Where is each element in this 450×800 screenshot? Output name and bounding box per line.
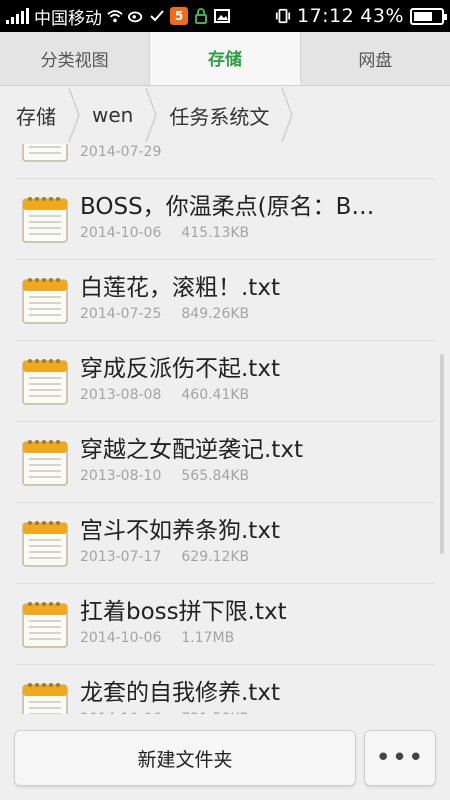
vibrate-icon (275, 8, 291, 24)
more-options-button[interactable]: ••• (364, 730, 436, 786)
file-date: 2014-07-25 (80, 306, 162, 322)
list-item[interactable]: BOSS，你温柔点(原名：B… 2014-10-06 415.13KB (16, 179, 434, 260)
tab-storage[interactable]: 存储 (150, 32, 301, 85)
file-date: 2013-08-10 (80, 468, 162, 484)
file-size: 1.17MB (181, 630, 235, 646)
file-meta: 2014-07-25 849.26KB (80, 306, 249, 322)
file-size: 415.13KB (181, 225, 250, 241)
list-item[interactable]: 穿成反派伤不起.txt 2013-08-08 460.41KB (16, 341, 434, 422)
file-meta: 2013-07-17 629.12KB (80, 549, 249, 565)
file-name: 穿成反派伤不起.txt (80, 356, 280, 382)
list-item[interactable]: 扛着boss拼下限.txt 2014-10-06 1.17MB (16, 584, 434, 665)
file-meta: 2013-08-10 565.84KB (80, 468, 249, 484)
weibo-icon (128, 8, 144, 24)
list-item[interactable]: 龙套的自我修养.txt 2014-10-06721.58KB (16, 665, 434, 714)
battery-icon (410, 7, 447, 25)
list-item[interactable]: 白莲花，滚粗！.txt 2014-07-25 849.26KB (16, 260, 434, 341)
file-date: 2014-10-06 (80, 225, 162, 241)
file-date: 2014-10-06 (80, 630, 162, 646)
file-size: 849.26KB (181, 306, 250, 322)
signal-icon (6, 8, 29, 24)
file-name: 宫斗不如养条狗.txt (80, 518, 280, 544)
list-item[interactable]: 宫斗不如养条狗.txt 2013-07-17 629.12KB (16, 503, 434, 584)
wifi-icon (107, 8, 123, 24)
file-size: 565.84KB (181, 468, 250, 484)
status-bar: 中国移动 5 17:12 43% (0, 0, 450, 32)
text-file-icon (22, 440, 68, 486)
file-meta: 2013-08-08 460.41KB (80, 387, 249, 403)
chevron-right-icon (281, 87, 294, 143)
carrier-name: 中国移动 (34, 8, 102, 29)
breadcrumb-current-folder[interactable]: 任务系统文 (147, 86, 294, 144)
file-name: 穿越之女配逆袭记.txt (80, 437, 303, 463)
file-meta: 2014-07-29 (80, 144, 181, 160)
text-file-icon (22, 278, 68, 324)
battery-percent: 43% (360, 5, 404, 27)
text-file-icon (22, 683, 68, 714)
file-date: 2014-07-29 (80, 144, 162, 160)
file-meta: 2014-10-06 1.17MB (80, 630, 234, 646)
breadcrumb-label: wen (92, 103, 134, 127)
file-name: 龙套的自我修养.txt (80, 680, 280, 706)
text-file-icon (22, 602, 68, 648)
text-file-icon (22, 359, 68, 405)
bottom-toolbar: 新建文件夹 ••• (0, 714, 450, 800)
lock-icon (193, 8, 209, 24)
breadcrumb-wen[interactable]: wen (70, 86, 158, 144)
file-name: BOSS，你温柔点(原名：B… (80, 194, 375, 220)
h5-icon: 5 (170, 7, 188, 25)
file-size: 629.12KB (181, 549, 250, 565)
text-file-icon (22, 144, 68, 162)
breadcrumb-label: 任务系统文 (169, 104, 270, 129)
tab-bar: 分类视图 存储 网盘 (0, 32, 450, 86)
tab-category-view[interactable]: 分类视图 (0, 32, 151, 85)
new-folder-button[interactable]: 新建文件夹 (14, 730, 356, 786)
breadcrumb-storage[interactable]: 存储 (0, 86, 80, 144)
scrollbar[interactable] (440, 354, 444, 554)
text-file-icon (22, 521, 68, 567)
list-item[interactable]: 2014-07-29 (16, 144, 434, 179)
tab-cloud-drive[interactable]: 网盘 (301, 32, 450, 85)
file-name: 白莲花，滚粗！.txt (80, 275, 280, 301)
text-file-icon (22, 197, 68, 243)
check-icon (149, 8, 165, 24)
file-date: 2013-07-17 (80, 549, 162, 565)
breadcrumb-label: 存储 (16, 104, 56, 129)
image-icon (214, 8, 230, 24)
clock: 17:12 (297, 5, 355, 27)
breadcrumb: 存储 wen 任务系统文 (0, 86, 450, 144)
file-date: 2013-08-08 (80, 387, 162, 403)
file-list[interactable]: 2014-07-29 BOSS，你温柔点(原名：B… 2014-10-06 415… (0, 144, 450, 714)
file-name: 扛着boss拼下限.txt (80, 599, 287, 625)
file-meta: 2014-10-06 415.13KB (80, 225, 249, 241)
list-item[interactable]: 穿越之女配逆袭记.txt 2013-08-10 565.84KB (16, 422, 434, 503)
file-size: 460.41KB (181, 387, 250, 403)
